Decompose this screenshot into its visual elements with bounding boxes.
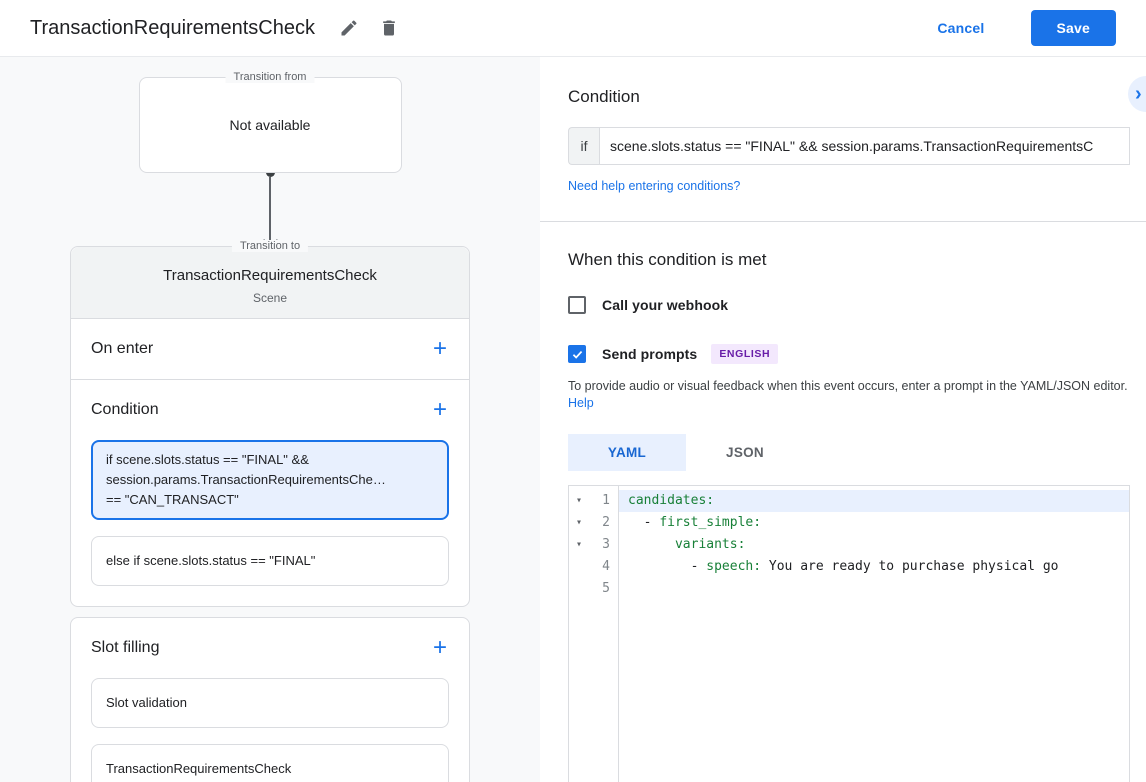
slot-item[interactable]: TransactionRequirementsCheck — [91, 744, 449, 782]
scene-type-label: Scene — [252, 291, 288, 305]
slot-item[interactable]: Slot validation — [91, 678, 449, 728]
call-webhook-checkbox[interactable] — [568, 296, 586, 314]
condition-item-line: if scene.slots.status == "FINAL" && — [106, 452, 309, 467]
condition-item-line: session.params.TransactionRequirementsCh… — [106, 472, 386, 487]
slot-filling-label: Slot filling — [91, 639, 160, 656]
line-number: 2 — [602, 515, 610, 530]
tab-json[interactable]: JSON — [686, 434, 804, 471]
transition-from-box: Transition from Not available — [138, 71, 402, 173]
when-condition-met-heading: When this condition is met — [568, 250, 767, 269]
webhook-option-row: Call your webhook — [568, 296, 1130, 314]
on-enter-section: On enter + — [71, 319, 469, 379]
line-number: 1 — [602, 493, 610, 508]
transition-from-legend: Transition from — [225, 71, 315, 83]
section-divider — [540, 221, 1146, 222]
condition-help-link[interactable]: Need help entering conditions? — [568, 179, 740, 193]
edit-scene-button[interactable] — [333, 12, 365, 44]
condition-expression-input[interactable] — [599, 127, 1130, 165]
condition-item-else[interactable]: else if scene.slots.status == "FINAL" — [91, 536, 449, 586]
top-bar-actions: Cancel Save — [931, 10, 1116, 46]
fold-arrow-icon[interactable]: ▾ — [569, 490, 589, 512]
scene-graph-panel: Transition from Not available Transition… — [0, 57, 540, 782]
condition-label: Condition — [91, 401, 159, 418]
language-badge: ENGLISH — [711, 344, 779, 364]
code-line: - first_simple: — [628, 515, 762, 530]
call-webhook-label: Call your webhook — [602, 297, 729, 313]
scene-card: Transition to TransactionRequirementsChe… — [70, 240, 470, 607]
add-slot-button[interactable]: + — [431, 636, 449, 660]
scene-editor-app: TransactionRequirementsCheck Cancel Save… — [0, 0, 1146, 782]
fold-arrow-icon[interactable]: ▾ — [569, 512, 589, 534]
send-prompts-label: Send prompts — [602, 346, 698, 362]
fold-arrow-icon[interactable]: ▾ — [569, 534, 589, 556]
page-title: TransactionRequirementsCheck — [30, 16, 315, 39]
prompt-help-body: To provide audio or visual feedback when… — [568, 379, 1128, 393]
condition-item-line: == "CAN_TRANSACT" — [106, 492, 239, 507]
slot-filling-section: Slot filling + Slot validation Transacti… — [71, 618, 469, 782]
code-line: candidates: — [619, 490, 1129, 512]
line-number: 5 — [602, 581, 610, 596]
trash-icon — [383, 20, 395, 36]
slot-filling-card: Slot filling + Slot validation Transacti… — [70, 617, 470, 782]
help-link[interactable]: Help — [568, 396, 594, 410]
line-number: 4 — [602, 559, 610, 574]
yaml-code-editor[interactable]: ▾ 1 ▾ 2 ▾ 3 4 5 candidates: - first_simp… — [568, 485, 1130, 782]
editor-gutter: ▾ 1 ▾ 2 ▾ 3 4 5 — [569, 486, 619, 782]
transition-connector — [0, 168, 540, 249]
scene-card-header[interactable]: TransactionRequirementsCheck Scene — [71, 247, 469, 319]
pencil-icon — [341, 20, 357, 36]
top-bar: TransactionRequirementsCheck Cancel Save — [0, 0, 1146, 57]
transition-to-legend: Transition to — [231, 240, 309, 252]
condition-heading: Condition — [568, 87, 640, 106]
chevron-right-icon: › — [1135, 82, 1142, 105]
condition-expression-row: if — [568, 127, 1130, 165]
code-line: - speech: You are ready to purchase phys… — [628, 559, 1059, 574]
scene-name: TransactionRequirementsCheck — [163, 267, 377, 284]
on-enter-label: On enter — [91, 340, 154, 357]
prompt-help-text: To provide audio or visual feedback when… — [568, 378, 1130, 412]
send-prompts-option-row: Send prompts ENGLISH — [568, 344, 1130, 364]
add-on-enter-button[interactable]: + — [431, 337, 449, 361]
condition-item-selected[interactable]: if scene.slots.status == "FINAL" && sess… — [91, 440, 449, 520]
editor-tabs: YAML JSON — [568, 434, 1130, 471]
add-condition-button[interactable]: + — [431, 398, 449, 422]
code-line: variants: — [674, 537, 746, 552]
transition-from-value: Not available — [229, 117, 311, 133]
save-button[interactable]: Save — [1030, 10, 1116, 46]
tab-yaml[interactable]: YAML — [568, 434, 686, 471]
checkmark-icon — [572, 350, 582, 359]
if-prefix-label: if — [568, 127, 599, 165]
condition-section: Condition + if scene.slots.status == "FI… — [71, 379, 469, 606]
cancel-button[interactable]: Cancel — [931, 19, 990, 37]
send-prompts-checkbox[interactable] — [568, 345, 586, 363]
condition-detail-panel: Condition if Need help entering conditio… — [540, 57, 1146, 782]
delete-scene-button[interactable] — [373, 12, 405, 44]
main-content: Transition from Not available Transition… — [0, 57, 1146, 782]
editor-code-area[interactable]: candidates: - first_simple: variants: - … — [619, 486, 1129, 782]
line-number: 3 — [602, 537, 610, 552]
